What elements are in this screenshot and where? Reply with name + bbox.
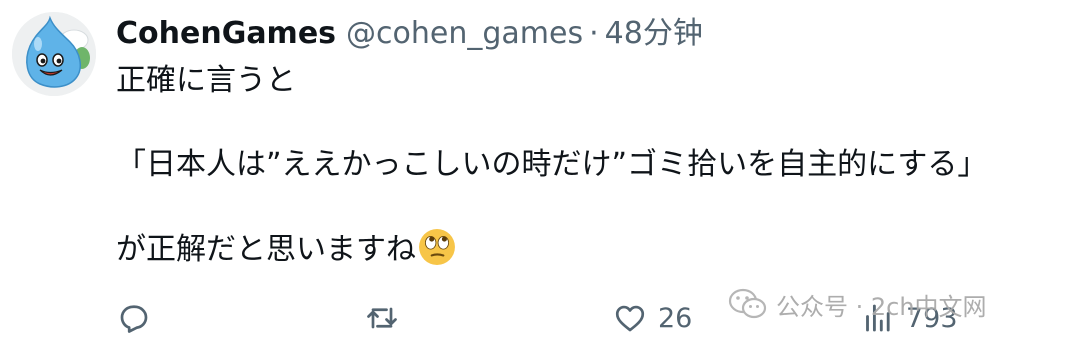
rolling-eyes-emoji-icon [419,229,455,265]
user-handle[interactable]: @cohen_games [346,14,583,54]
timestamp[interactable]: 48分钟 [605,14,703,54]
like-count: 26 [658,302,693,334]
like-button[interactable]: 26 [612,296,692,340]
tweet-text-line: 「日本人は”ええかっこしいの時だけ”ゴミ拾いを自主的にする」 [116,147,988,182]
watermark-text: 公众号 · 2ch中文网 [776,292,987,321]
tweet-text-line: 正確に言うと [116,63,296,98]
display-name[interactable]: CohenGames [116,14,336,54]
separator-dot: · [589,16,599,51]
watermark: 公众号 · 2ch中文网 [728,284,987,324]
retweet-icon [367,307,397,329]
reply-button[interactable] [116,296,162,340]
tweet-text-line: が正解だと思いますね [116,228,456,270]
slime-mascot-icon [12,12,96,96]
tweet-card[interactable]: CohenGames @cohen_games · 48分钟 正確に言うと 「日… [0,0,1080,348]
tweet-text-segment: が正解だと思いますね [116,232,416,267]
tweet-header: CohenGames @cohen_games · 48分钟 [116,14,703,54]
retweet-button[interactable] [364,296,410,340]
wechat-icon [728,288,767,319]
reply-icon [120,305,148,333]
avatar[interactable] [12,12,96,96]
heart-icon [615,305,645,332]
